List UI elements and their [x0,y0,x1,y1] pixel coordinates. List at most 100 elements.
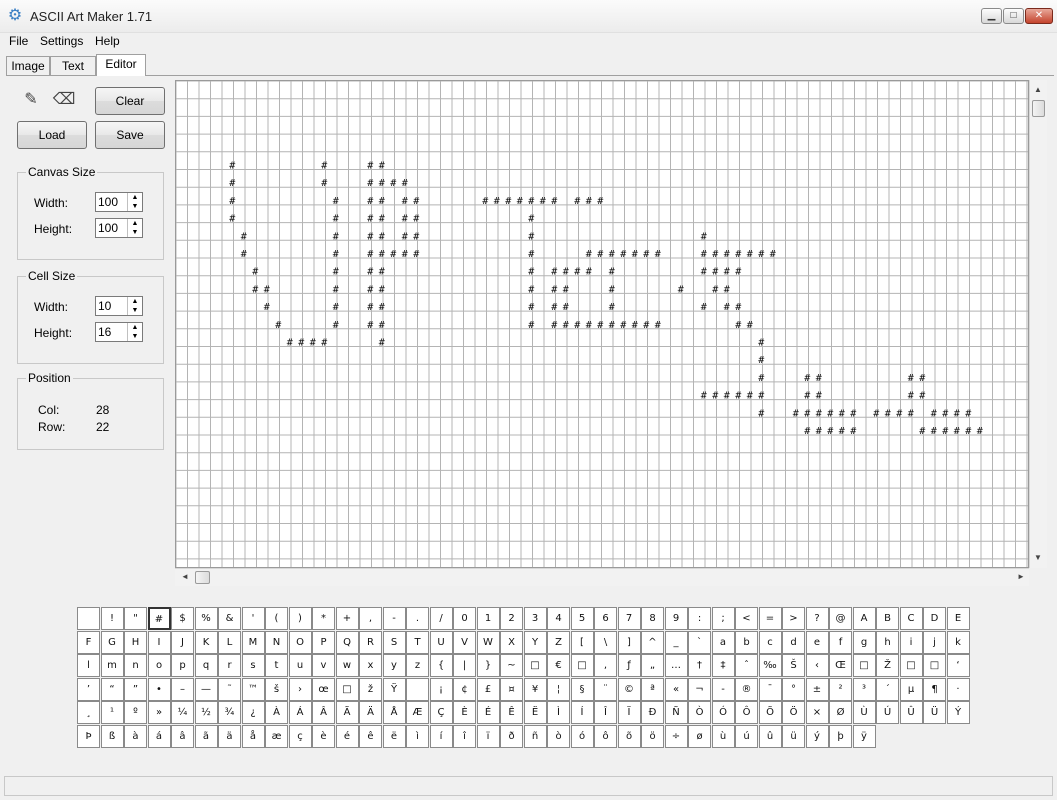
char-cell[interactable]: ò [547,724,570,748]
char-cell[interactable]: 1 [476,607,500,630]
char-cell[interactable]: n [124,654,147,677]
char-cell[interactable]: M [241,630,265,654]
char-cell[interactable]: Ô [735,701,758,724]
canvas-grid[interactable]: # # # # # # # # # # # # # # # # # # # # # # # # # # # # # # # # # # # # # # # #… [176,81,1028,567]
char-cell[interactable]: % [194,607,218,630]
char-cell[interactable]: z [406,654,429,677]
char-cell[interactable]: c [758,630,782,654]
spin-arrows-icon[interactable]: ▲ ▼ [127,219,142,237]
char-cell[interactable]: Ó [711,701,735,724]
char-cell[interactable]: ¡ [429,677,453,701]
spin-arrows-icon[interactable]: ▲ ▼ [127,297,142,315]
tab-image[interactable]: Image [6,56,50,75]
char-cell[interactable]: † [688,654,711,677]
pencil-icon[interactable]: ✎ [17,89,45,111]
menu-settings[interactable]: Settings [40,34,83,48]
char-cell[interactable]: < [735,607,758,630]
char-cell[interactable]: ¹ [100,701,124,724]
char-cell[interactable]: ñ [523,724,547,748]
char-cell[interactable]: { [429,654,453,677]
char-cell[interactable]: k [946,630,970,654]
load-button[interactable]: Load [17,121,87,149]
char-cell[interactable]: ? [805,607,829,630]
char-cell[interactable]: Ù [852,701,876,724]
char-cell[interactable]: □ [523,654,547,677]
char-cell[interactable]: ë [382,724,406,748]
char-cell[interactable]: Ï [617,701,641,724]
char-cell[interactable]: ù [711,724,735,748]
char-cell[interactable]: ˆ [735,654,758,677]
drawing-canvas[interactable]: # # # # # # # # # # # # # # # # # # # # # # # # # # # # # # # # # # # # # # # #… [175,80,1029,568]
char-cell[interactable]: / [429,607,453,630]
char-cell[interactable]: ¢ [453,677,476,701]
char-cell[interactable]: — [194,677,218,701]
char-cell[interactable]: @ [829,607,852,630]
char-cell[interactable]: ^ [641,630,664,654]
char-cell[interactable]: A [852,607,876,630]
char-cell[interactable]: ž [359,677,382,701]
char-cell[interactable]: § [570,677,594,701]
char-cell[interactable]: > [782,607,805,630]
char-cell[interactable]: + [335,607,359,630]
char-cell[interactable]: x [359,654,382,677]
char-cell[interactable]: ~ [500,654,523,677]
char-cell[interactable]: ` [688,630,711,654]
char-cell[interactable]: v [312,654,335,677]
char-cell[interactable]: Ý [946,701,970,724]
char-cell[interactable] [406,677,429,701]
char-cell[interactable]: V [453,630,476,654]
char-cell[interactable]: , [359,607,382,630]
clear-button[interactable]: Clear [95,87,165,115]
char-cell[interactable]: 6 [594,607,617,630]
char-cell[interactable]: ú [735,724,758,748]
char-cell[interactable]: Å [382,701,406,724]
char-cell[interactable]: □ [899,654,923,677]
char-cell[interactable]: □ [852,654,876,677]
char-cell[interactable]: W [476,630,500,654]
char-cell[interactable]: ‡ [711,654,735,677]
char-cell[interactable]: æ [265,724,288,748]
char-cell[interactable]: ø [688,724,711,748]
char-cell[interactable]: 9 [664,607,688,630]
char-cell[interactable]: H [124,630,147,654]
char-cell[interactable]: # [147,607,171,630]
char-cell[interactable]: È [453,701,476,724]
char-cell[interactable]: B [876,607,899,630]
char-cell[interactable]: t [265,654,288,677]
char-cell[interactable]: » [147,701,171,724]
char-cell[interactable]: 8 [641,607,664,630]
char-cell[interactable]: ‰ [758,654,782,677]
char-cell[interactable]: y [382,654,406,677]
char-cell[interactable]: þ [829,724,852,748]
char-cell[interactable]: µ [899,677,923,701]
char-cell[interactable]: ‹ [805,654,829,677]
char-cell[interactable]: N [265,630,288,654]
char-cell[interactable]: ç [288,724,312,748]
char-cell[interactable]: C [899,607,923,630]
char-cell[interactable]: Ê [500,701,523,724]
canvas-height-stepper[interactable]: 100 ▲ ▼ [95,218,143,238]
char-cell[interactable]: g [852,630,876,654]
char-cell[interactable]: ¾ [218,701,241,724]
char-cell[interactable]: ö [641,724,664,748]
char-cell[interactable]: e [805,630,829,654]
char-cell[interactable]: ‘ [946,654,970,677]
char-cell[interactable]: Ü [923,701,946,724]
char-cell[interactable]: 0 [453,607,476,630]
char-cell[interactable]: ¨ [594,677,617,701]
char-cell[interactable]: I [147,630,171,654]
char-cell[interactable]: m [100,654,124,677]
char-cell[interactable]: b [735,630,758,654]
char-cell[interactable]: ” [124,677,147,701]
char-cell[interactable]: ƒ [617,654,641,677]
char-cell[interactable]: , [594,654,617,677]
char-cell[interactable]: Æ [406,701,429,724]
char-cell[interactable]: ¬ [688,677,711,701]
char-cell[interactable]: Í [570,701,594,724]
scroll-left-icon[interactable]: ◄ [177,569,193,585]
char-cell[interactable]: ¸ [77,701,100,724]
char-cell[interactable]: * [312,607,335,630]
char-cell[interactable]: S [382,630,406,654]
char-cell[interactable]: a [711,630,735,654]
char-cell[interactable]: w [335,654,359,677]
